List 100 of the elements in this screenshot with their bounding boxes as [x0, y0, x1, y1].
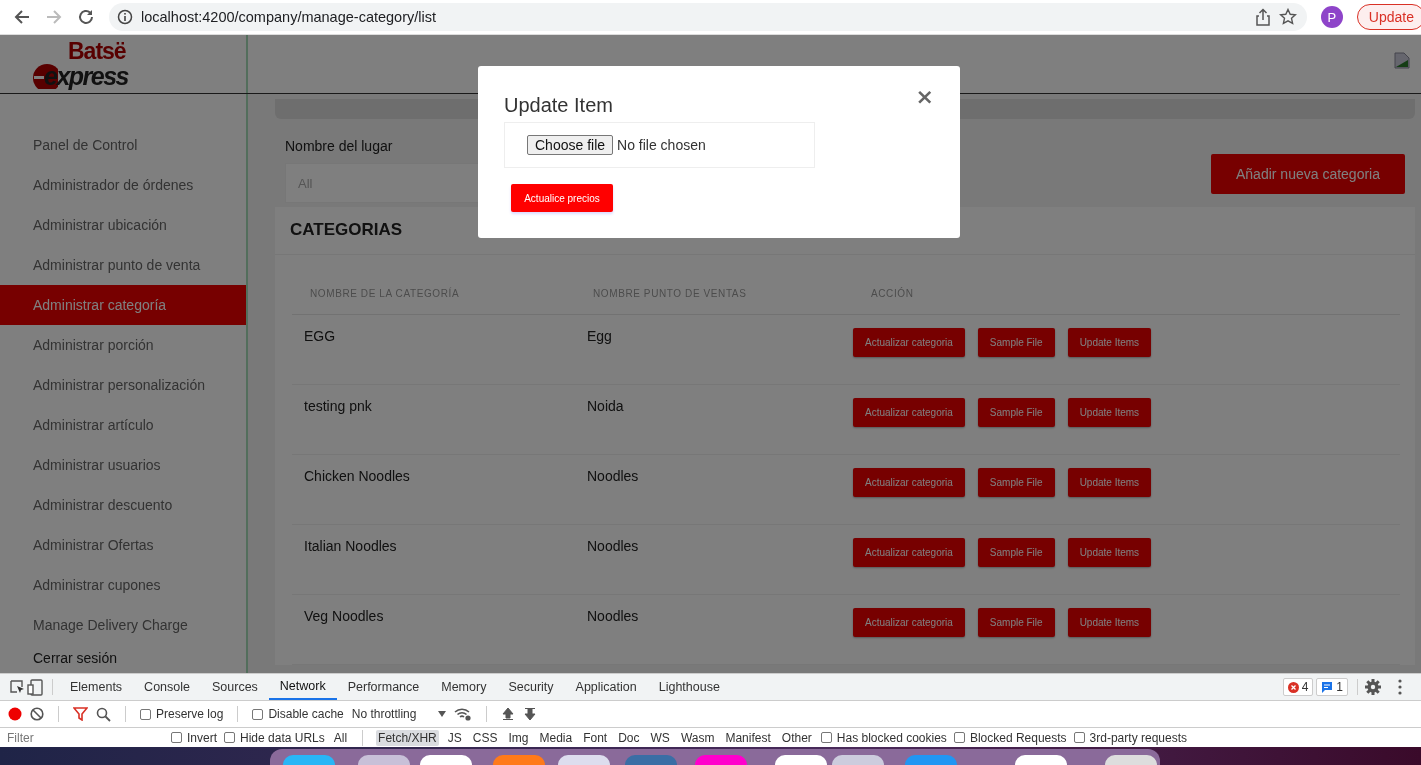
table-cell-text: Noodles [586, 608, 640, 624]
preserve-log-checkbox[interactable]: Preserve log [140, 707, 224, 721]
sidebar-item[interactable]: Administrar descuento [0, 485, 246, 525]
update-category-button[interactable]: Actualizar categoria [853, 608, 965, 637]
update-items-button[interactable]: Update Items [1067, 468, 1152, 497]
filter-checkbox[interactable]: Blocked Requests [953, 730, 1067, 745]
update-category-button[interactable]: Actualizar categoria [853, 468, 965, 497]
search-icon[interactable] [96, 706, 111, 722]
sidebar-item[interactable]: Panel de Control [0, 125, 246, 165]
devtools-tab[interactable]: Security [497, 674, 565, 700]
table-cell-text: Italian Noodles [303, 538, 398, 554]
filter-checkbox[interactable]: Invert [171, 730, 217, 745]
address-bar[interactable]: localhost:4200/company/manage-category/list [109, 3, 1307, 31]
share-icon[interactable] [1254, 8, 1271, 26]
sample-file-button[interactable]: Sample File [977, 468, 1055, 497]
sidebar-item[interactable]: Administrar punto de venta [0, 245, 246, 285]
table-cell-text: Noida [586, 398, 625, 414]
disable-cache-checkbox[interactable]: Disable cache [252, 707, 344, 721]
reload-icon[interactable] [77, 8, 95, 26]
choose-file-button[interactable]: Choose file [527, 135, 614, 155]
sidebar-item[interactable]: Administrar usuarios [0, 445, 246, 485]
inspect-icon[interactable] [8, 678, 26, 696]
devtools-tab[interactable]: Console [133, 674, 201, 700]
devtools-tab[interactable]: Sources [201, 674, 269, 700]
url-text: localhost:4200/company/manage-category/list [141, 9, 437, 25]
update-prices-button[interactable]: Actualice precios [511, 184, 613, 212]
update-category-button[interactable]: Actualizar categoria [853, 398, 965, 427]
close-button[interactable]: × [915, 84, 934, 109]
throttling-select[interactable]: No throttling [351, 707, 447, 721]
table-cell-text: Egg [586, 328, 613, 344]
update-button[interactable]: Update [1356, 4, 1421, 30]
sample-file-button[interactable]: Sample File [977, 328, 1055, 357]
resource-type-filter[interactable]: Wasm [678, 729, 717, 746]
sidebar-item[interactable]: Administrar personalización [0, 365, 246, 405]
field-label: Nombre del lugar [285, 138, 393, 154]
update-items-button[interactable]: Update Items [1067, 398, 1152, 427]
update-items-button[interactable]: Update Items [1067, 538, 1152, 567]
resource-type-filter[interactable]: Img [506, 729, 531, 746]
filter-checkbox[interactable]: Hide data URLs [224, 730, 325, 745]
resource-type-filter[interactable]: Fetch/XHR [376, 729, 439, 746]
table-cell-text: Noodles [586, 538, 640, 554]
devtools-tab[interactable]: Memory [430, 674, 498, 700]
resource-type-filter[interactable]: All [331, 729, 350, 746]
table-cell-text: EGG [303, 328, 337, 344]
resource-type-filter[interactable]: Doc [616, 729, 642, 746]
resource-type-filter[interactable]: Other [779, 729, 814, 746]
devtools-tab[interactable]: Lighthouse [647, 674, 731, 700]
table-cell-text: Chicken Noodles [303, 468, 411, 484]
upload-icon[interactable] [501, 707, 516, 721]
sidebar-item[interactable]: Administrador de órdenes [0, 165, 246, 205]
add-category-button[interactable]: Añadir nueva categoria [1211, 154, 1405, 194]
resource-type-filter[interactable]: JS [445, 729, 464, 746]
caret-icon [438, 711, 447, 717]
download-icon[interactable] [523, 707, 538, 721]
profile-avatar[interactable]: P [1320, 6, 1343, 28]
file-status: No file chosen [617, 137, 706, 153]
sidebar-item[interactable]: Administrar artículo [0, 405, 246, 445]
sample-file-button[interactable]: Sample File [977, 398, 1055, 427]
update-category-button[interactable]: Actualizar categoria [853, 538, 965, 567]
table-cell-text: Veg Noodles [303, 608, 385, 624]
devtools-tab[interactable]: Elements [59, 674, 134, 700]
resource-type-filter[interactable]: Font [581, 729, 610, 746]
more-options-icon[interactable] [1398, 679, 1402, 695]
sidebar-item[interactable]: Administrar categoría [0, 285, 246, 325]
logout-link[interactable]: Cerrar sesión [0, 645, 246, 671]
sample-file-button[interactable]: Sample File [977, 538, 1055, 567]
info-icon [117, 9, 133, 25]
filter-checkbox[interactable]: Has blocked cookies [820, 730, 947, 745]
star-icon[interactable] [1278, 8, 1297, 26]
update-items-button[interactable]: Update Items [1067, 328, 1152, 357]
filter-icon[interactable] [73, 707, 88, 721]
filter-checkbox[interactable]: 3rd-party requests [1073, 730, 1187, 745]
devtools-tab[interactable]: Application [564, 674, 648, 700]
update-items-button[interactable]: Update Items [1067, 608, 1152, 637]
modal-title: Update Item [504, 94, 613, 118]
back-icon[interactable] [13, 8, 31, 26]
record-icon[interactable] [8, 707, 22, 721]
sidebar-item[interactable]: Manage Delivery Charge [0, 605, 246, 645]
sample-file-button[interactable]: Sample File [977, 608, 1055, 637]
resource-type-filter[interactable]: Media [537, 729, 575, 746]
settings-icon[interactable] [1364, 678, 1382, 696]
sidebar-item[interactable]: Administrar Ofertas [0, 525, 246, 565]
table-cell-text: testing pnk [303, 398, 373, 414]
error-count-badge[interactable]: 4 [1282, 678, 1314, 696]
message-count-badge[interactable]: 1 [1316, 678, 1348, 696]
resource-type-filter[interactable]: WS [648, 729, 672, 746]
device-toggle-icon[interactable] [26, 678, 46, 696]
update-category-button[interactable]: Actualizar categoria [853, 328, 965, 357]
sidebar-item[interactable]: Administrar ubicación [0, 205, 246, 245]
resource-type-filter[interactable]: Manifest [723, 729, 773, 746]
network-conditions-icon[interactable] [454, 707, 473, 721]
clear-icon[interactable] [30, 707, 44, 721]
sidebar-item[interactable]: Administrar cupones [0, 565, 246, 605]
resource-type-filter[interactable]: CSS [470, 729, 500, 746]
table-cell-text: Noodles [586, 468, 640, 484]
broken-image-icon [1393, 50, 1411, 70]
error-icon [1287, 681, 1299, 693]
devtools-tab[interactable]: Performance [336, 674, 431, 700]
message-icon [1321, 681, 1334, 693]
sidebar-item[interactable]: Administrar porción [0, 325, 246, 365]
